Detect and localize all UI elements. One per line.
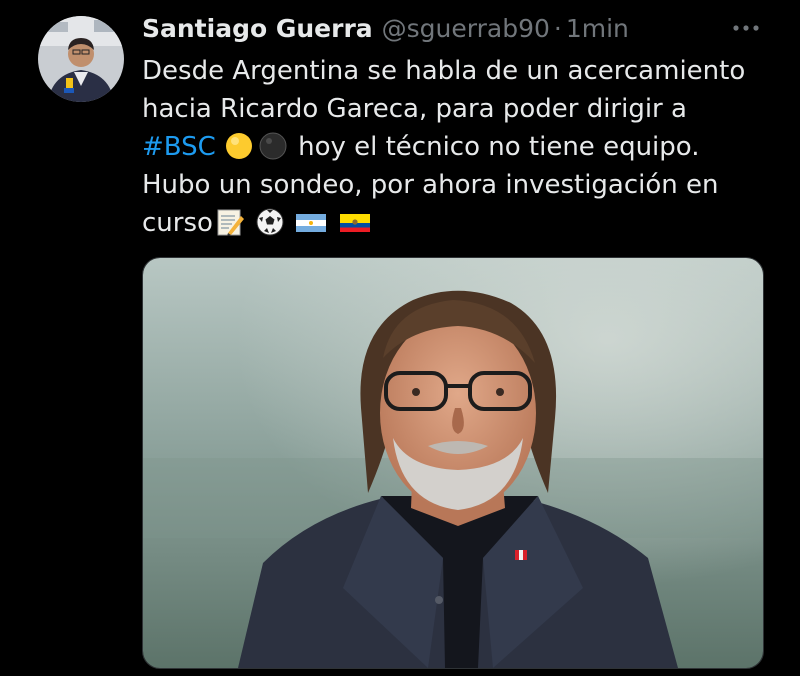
tweet-text: Desde Argentina se habla de un acercamie… <box>142 52 782 242</box>
hashtag-link[interactable]: #BSC <box>142 132 216 162</box>
tweet-text-line: hacia Ricardo Gareca, para poder dirigir… <box>142 94 687 124</box>
author-avatar[interactable] <box>38 16 124 102</box>
black-circle-icon <box>258 131 288 161</box>
tweet-text-line: #BSC hoy el técnico no tiene equipo. <box>142 128 782 166</box>
tweet-text-line: Hubo un sondeo, por ahora investigación … <box>142 170 719 200</box>
tweet-header: Santiago Guerra @sguerrab90 · 1min <box>142 10 629 46</box>
soccer-ball-icon <box>255 207 285 237</box>
tweet-text-segment: hoy el técnico no tiene equipo. <box>289 132 700 162</box>
tweet-text-line: Desde Argentina se habla de un acercamie… <box>142 56 746 86</box>
tweet-timestamp[interactable]: 1min <box>566 14 629 43</box>
tweet[interactable]: Santiago Guerra @sguerrab90 · 1min Desde… <box>0 0 800 676</box>
memo-icon <box>215 207 245 237</box>
yellow-circle-icon <box>224 131 254 161</box>
tweet-text-line: curso <box>142 204 782 242</box>
ecuador-flag-icon <box>339 207 371 237</box>
header-separator: · <box>553 13 562 43</box>
author-display-name[interactable]: Santiago Guerra <box>142 14 373 43</box>
author-handle[interactable]: @sguerrab90 <box>382 14 550 43</box>
coach-portrait-photo <box>143 258 763 668</box>
more-horizontal-icon <box>733 25 759 31</box>
more-options-button[interactable] <box>728 14 764 42</box>
tweet-text-segment: curso <box>142 208 213 238</box>
argentina-flag-icon <box>295 207 327 237</box>
tweet-media-photo[interactable] <box>142 257 764 669</box>
